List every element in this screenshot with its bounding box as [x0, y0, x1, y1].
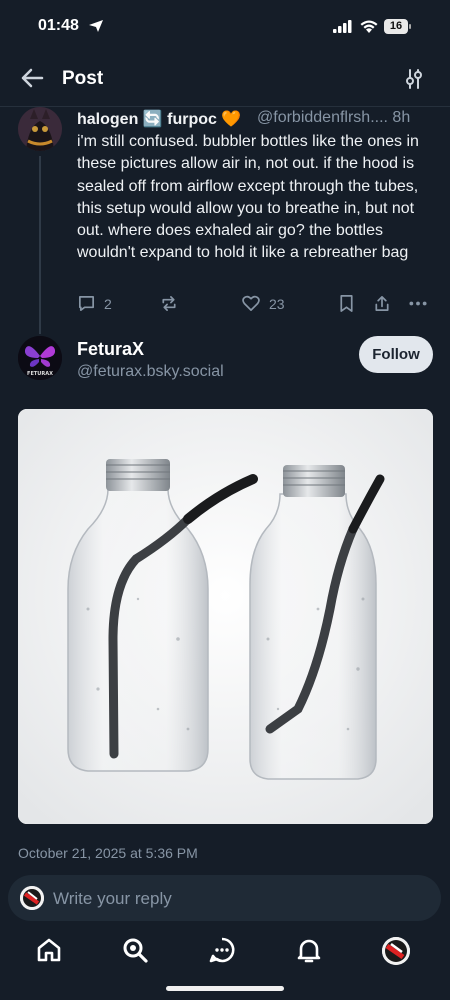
repost-icon — [162, 295, 176, 312]
post-timestamp: October 21, 2025 at 5:36 PM — [18, 845, 198, 861]
heart-icon — [242, 295, 260, 312]
status-time: 01:48 — [38, 17, 79, 34]
my-avatar — [20, 886, 44, 910]
chat-icon[interactable] — [208, 936, 236, 964]
parent-post-text: i'm still confused. bubbler bottles like… — [77, 133, 419, 262]
search-icon[interactable] — [121, 936, 149, 964]
bookmark-action[interactable] — [338, 294, 355, 313]
bottles-photo — [18, 409, 433, 824]
location-arrow-icon — [89, 20, 103, 32]
reply-action[interactable]: 2 — [77, 294, 112, 313]
avatar-caption: FETURAX — [27, 371, 53, 377]
battery-tip — [409, 24, 411, 29]
like-count: 23 — [269, 295, 285, 312]
reply-count: 2 — [104, 295, 112, 312]
back-arrow-icon[interactable] — [19, 66, 45, 90]
feturax-logo: FETURAX — [18, 336, 62, 380]
bookmark-icon — [340, 295, 353, 312]
author-handle[interactable]: @feturax.bsky.social — [77, 363, 224, 381]
more-action[interactable] — [408, 294, 428, 313]
reply-placeholder[interactable]: Write your reply — [53, 889, 172, 909]
thread-line — [39, 156, 41, 334]
cellular-signal-icon — [333, 20, 352, 33]
header-divider — [0, 106, 450, 107]
my-avatar-image — [20, 886, 44, 910]
author-display-name[interactable]: FeturaX — [77, 339, 144, 360]
parent-handle[interactable]: @forbiddenflrsh.... 8h — [257, 109, 410, 127]
repost-action[interactable] — [159, 294, 179, 313]
speech-bubble-icon — [78, 295, 95, 312]
parent-display-name[interactable]: halogen 🔄 furpoc 🧡 — [77, 109, 241, 129]
home-icon[interactable] — [35, 936, 63, 964]
follow-button[interactable]: Follow — [359, 336, 433, 373]
wifi-icon — [360, 20, 378, 33]
profile-avatar-image — [382, 937, 410, 965]
sliders-icon[interactable] — [404, 68, 424, 90]
more-dots-icon — [409, 301, 427, 306]
profile-tab-avatar[interactable] — [382, 937, 410, 965]
post-image[interactable] — [18, 409, 433, 824]
page-title: Post — [62, 68, 104, 89]
home-indicator — [166, 986, 284, 991]
like-action[interactable]: 23 — [241, 294, 285, 313]
bell-icon[interactable] — [295, 936, 323, 964]
avatar-image — [18, 107, 62, 151]
share-icon — [375, 295, 389, 312]
parent-avatar[interactable] — [18, 107, 62, 151]
battery-indicator: 16 — [384, 19, 408, 34]
feturax-avatar[interactable]: FETURAX — [18, 336, 62, 380]
share-action[interactable] — [373, 294, 391, 313]
